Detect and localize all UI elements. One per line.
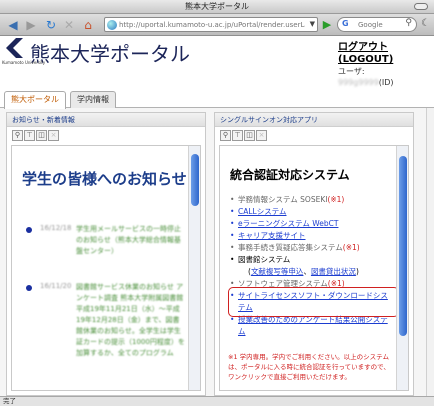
page-scrollbar[interactable] — [426, 108, 434, 396]
expand-icon[interactable]: ◫ — [36, 130, 47, 141]
user-info: ユーザ: 999g9999(ID) — [338, 66, 393, 88]
list-item-library: 図書館システム (文献複写等申込、図書貸出状況) — [228, 254, 393, 278]
zoom-icon[interactable]: ⚲ — [12, 130, 23, 141]
list-item-webct[interactable]: eラーニングシステム WebCT — [228, 218, 393, 230]
news-panel: お知らせ・新着情報 ⚲ ⊤ ◫ × 学生の皆様へのお知らせ 16/12/18 学生用メ… — [6, 112, 206, 396]
google-g-icon[interactable]: G — [342, 19, 349, 28]
status-bar: 完了 — [0, 396, 434, 406]
search-bar[interactable]: G ⚲ — [337, 17, 417, 32]
list-item-soseki: 学務情報システム SOSEKI(※1) — [228, 194, 393, 206]
go-arrow-icon[interactable]: ▶ — [321, 17, 333, 32]
bullet-icon — [26, 227, 32, 233]
news-banner: 学生の皆様へのお知らせ — [22, 170, 187, 188]
note-mark: (※1) — [327, 195, 345, 204]
url-dropdown-icon[interactable]: ▼ — [310, 18, 315, 31]
item-label[interactable]: 授業改善のためのアンケート結果公開システム — [238, 315, 388, 336]
close-icon[interactable]: × — [256, 130, 267, 141]
toolbar-toggle-button[interactable] — [414, 3, 428, 10]
university-logo-icon — [6, 38, 23, 58]
item-label: 学務情報システム SOSEKI — [238, 195, 328, 204]
sso-panel: シングルサインオン対応アプリ ⚲⊤◫× 統合認証対応システム 学務情報システム … — [214, 112, 414, 396]
tab-kumadai-portal[interactable]: 熊大ポータル — [4, 91, 66, 109]
logout-label-ja[interactable]: ログアウト — [338, 42, 393, 54]
user-id-suffix: (ID) — [378, 78, 394, 87]
list-item-call[interactable]: CALLシステム — [228, 206, 393, 218]
expand-icon[interactable]: ◫ — [244, 130, 255, 141]
sso-frame: 統合認証対応システム 学務情報システム SOSEKI(※1) CALLシステム … — [219, 145, 409, 391]
bullet-icon — [26, 285, 32, 291]
item-label[interactable]: キャリア支援サイト — [238, 231, 306, 240]
news-text[interactable]: 学生用メールサービスの一時停止のお知らせ（熊本大学総合情報基盤センター） — [76, 224, 186, 257]
logo-subtitle: Kumamoto University — [2, 60, 46, 65]
news-date: 16/12/18 — [40, 224, 72, 232]
stop-icon[interactable]: ✕ — [62, 17, 76, 33]
user-label: ユーザ: — [338, 67, 365, 76]
window-titlebar: 熊本大学ポータル — [0, 0, 434, 14]
notice-text: ※1 学内専用。学内でご利用ください。以上のシステムは、ポータルに入る時に統合認… — [228, 353, 390, 381]
news-text[interactable]: 図書館サービス休業のお知らせ アンケート調査 熊本大学附属図書館 平成19年11… — [76, 282, 186, 359]
menu-icon[interactable]: ☾ — [421, 18, 431, 32]
status-text: 完了 — [3, 397, 16, 405]
search-icon[interactable]: ⚲ — [405, 18, 412, 28]
item-label: 図書館システム — [238, 255, 291, 264]
window-title: 熊本大学ポータル — [185, 2, 249, 11]
sso-scrollbar[interactable] — [396, 146, 408, 390]
tab-label: 熊大ポータル — [11, 95, 59, 104]
tab-campus-info[interactable]: 学内情報 — [70, 91, 116, 108]
zoom-icon[interactable]: ⚲ — [220, 130, 231, 141]
news-item[interactable]: 16/11/20 図書館サービス休業のお知らせ アンケート調査 熊本大学附属図書… — [26, 282, 191, 390]
scroll-thumb[interactable] — [399, 156, 407, 336]
item-label[interactable]: eラーニングシステム WebCT — [238, 219, 338, 228]
library-loan-status-link[interactable]: 図書貸出状況 — [311, 267, 356, 276]
home-icon[interactable]: ⌂ — [80, 17, 96, 33]
list-item-faq: 事務手続き質疑応答集システム(※1) — [228, 242, 393, 254]
user-id: 999g9999 — [338, 78, 379, 87]
list-item-career[interactable]: キャリア支援サイト — [228, 230, 393, 242]
site-globe-icon — [107, 20, 117, 30]
news-frame: 学生の皆様へのお知らせ 16/12/18 学生用メールサービスの一時停止のお知ら… — [11, 145, 201, 391]
highlight-box — [228, 287, 399, 317]
portal-logo-text: 熊本大学ポータル — [30, 42, 190, 66]
item-label: 事務手続き質疑応答集システム — [238, 243, 343, 252]
sso-title: 統合認証対応システム — [230, 168, 350, 182]
search-input[interactable] — [358, 19, 404, 30]
pin-icon[interactable]: ⊤ — [24, 130, 35, 141]
paren-close: ) — [355, 267, 359, 276]
logout-label-en[interactable]: (LOGOUT) — [338, 54, 393, 66]
item-label[interactable]: CALLシステム — [238, 207, 287, 216]
library-copy-request-link[interactable]: 文献複写等申込 — [251, 267, 304, 276]
news-date: 16/11/20 — [40, 282, 72, 290]
news-item[interactable]: 16/12/18 学生用メールサービスの一時停止のお知らせ（熊本大学総合情報基盤… — [26, 224, 191, 264]
reload-icon[interactable]: ↻ — [44, 17, 58, 33]
panel-tools: ⚲ ⊤ ◫ × — [12, 130, 60, 142]
scroll-thumb[interactable] — [191, 154, 199, 206]
news-panel-heading: お知らせ・新着情報 — [7, 113, 205, 127]
browser-toolbar: ◀ ▶ ↻ ✕ ⌂ ▼ ▶ G ⚲ ☾ — [0, 14, 434, 36]
close-icon[interactable]: × — [48, 130, 59, 141]
forward-arrow-icon[interactable]: ▶ — [24, 17, 38, 33]
list-item-survey[interactable]: 授業改善のためのアンケート結果公開システム — [228, 314, 393, 338]
sso-panel-heading: シングルサインオン対応アプリ — [215, 113, 413, 127]
library-sublinks: (文献複写等申込、図書貸出状況) — [238, 266, 393, 278]
pin-icon[interactable]: ⊤ — [232, 130, 243, 141]
separator: 、 — [303, 267, 311, 276]
portal-tabs: 熊大ポータル 学内情報 — [0, 90, 434, 109]
back-arrow-icon[interactable]: ◀ — [4, 17, 22, 33]
panel-tools: ⚲ ⊤ ◫ × — [220, 130, 268, 142]
tab-label: 学内情報 — [77, 95, 109, 104]
url-input[interactable] — [119, 19, 305, 30]
address-bar[interactable]: ▼ — [104, 17, 318, 32]
note-mark: (※1) — [342, 243, 360, 252]
news-scrollbar[interactable] — [188, 146, 200, 390]
logout-link[interactable]: ログアウト (LOGOUT) — [338, 42, 393, 66]
